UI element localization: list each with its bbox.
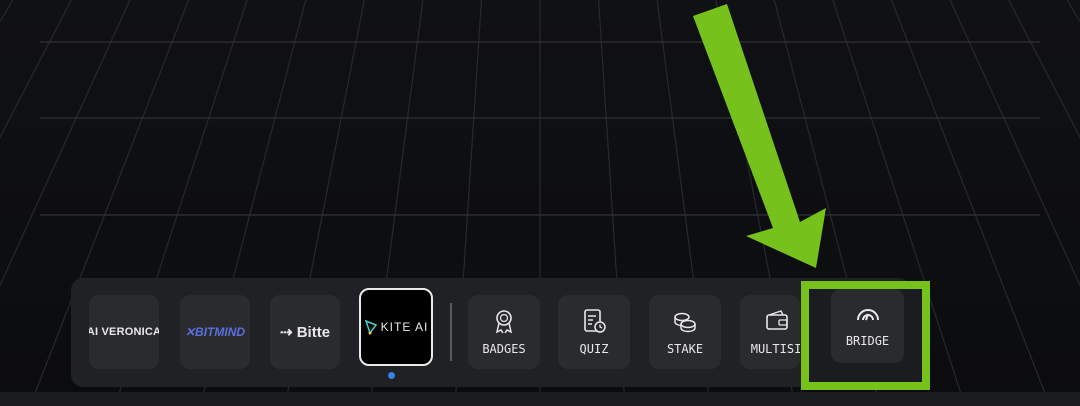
kite-icon	[364, 319, 377, 335]
multisig-button[interactable]: MULTISI	[740, 295, 800, 369]
bitmind-logo: ✕BITMIND	[184, 325, 246, 339]
stake-label: STAKE	[666, 342, 704, 356]
quiz-button[interactable]: QUIZ	[558, 295, 630, 369]
bridge-label: BRIDGE	[845, 334, 890, 348]
badge-icon	[495, 310, 513, 334]
partner-tile-kite[interactable]: KITE AI	[359, 288, 433, 366]
partner-tile-bitmind[interactable]: ✕BITMIND	[180, 295, 250, 369]
active-indicator-dot	[388, 372, 395, 379]
badges-button[interactable]: BADGES	[468, 295, 540, 369]
kite-logo: KITE AI	[380, 320, 429, 334]
dock-divider	[450, 303, 452, 361]
coins-icon	[674, 312, 696, 333]
partner-tile-bitte[interactable]: ⇢ Bitte	[270, 295, 340, 369]
multisig-label: MULTISI	[750, 342, 800, 356]
bottom-bar	[0, 392, 1080, 406]
partner-tile-aiveronica[interactable]: AI VERONICA	[89, 295, 159, 369]
aiveronica-logo: AI VERONICA	[89, 326, 159, 338]
bridge-icon	[856, 309, 879, 321]
quiz-icon	[584, 309, 606, 333]
bridge-button[interactable]: BRIDGE	[831, 289, 904, 363]
app-dock: AI VERONICA ✕BITMIND ⇢ Bitte KITE AI BAD…	[71, 278, 911, 387]
wallet-icon	[766, 310, 788, 330]
bitte-logo: ⇢ Bitte	[279, 324, 331, 341]
quiz-label: QUIZ	[579, 342, 609, 356]
badges-label: BADGES	[482, 342, 526, 356]
stake-button[interactable]: STAKE	[649, 295, 721, 369]
